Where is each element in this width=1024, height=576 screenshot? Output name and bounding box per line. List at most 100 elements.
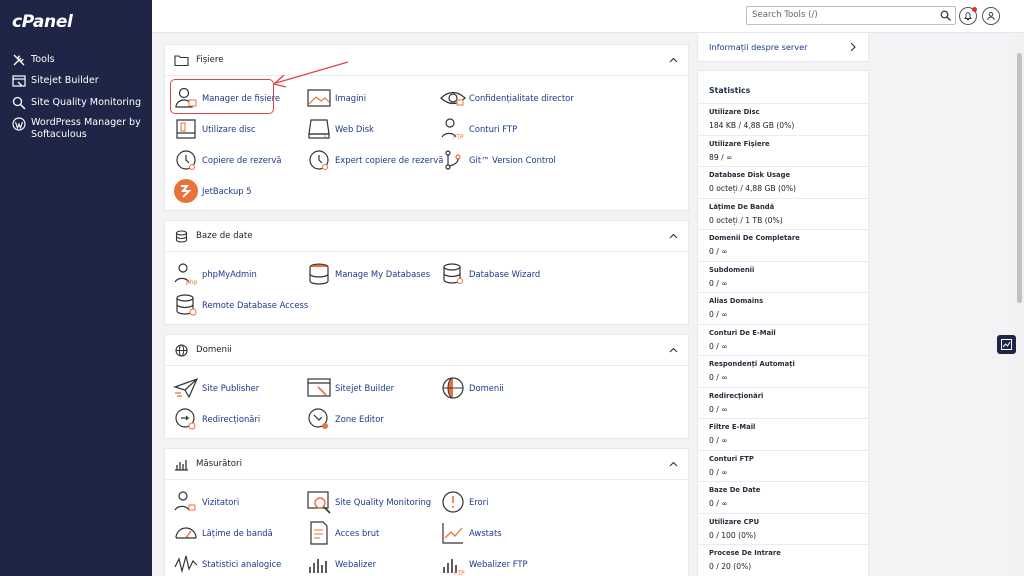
stat-label: Utilizare Disc	[709, 108, 760, 116]
tool-label: Manage My Databases	[335, 269, 431, 279]
tool-label: Site Quality Monitoring	[335, 497, 432, 507]
tool-ftp-accounts[interactable]: FTP Conturi FTP	[440, 115, 517, 143]
phpmyadmin-icon: php	[173, 261, 199, 287]
chevron-up-icon[interactable]	[669, 57, 678, 63]
tool-zone-editor[interactable]: Zone Editor	[306, 405, 384, 433]
tool-database-wizard[interactable]: Database Wizard	[440, 260, 540, 288]
error-icon	[440, 489, 466, 515]
scrollbar[interactable]	[1015, 33, 1024, 576]
section-header[interactable]: Baze de date	[165, 221, 688, 252]
chevron-up-icon[interactable]	[669, 347, 678, 353]
tool-label: Database Wizard	[469, 269, 541, 279]
tool-visitors[interactable]: Vizitatori	[173, 488, 239, 516]
tool-web-disk[interactable]: Web Disk	[306, 115, 374, 143]
database-icon	[175, 230, 188, 243]
stat-value: 0 / ∞	[709, 373, 728, 382]
wordpress-icon	[12, 116, 26, 131]
tool-label: Web Disk	[335, 124, 374, 134]
tool-jetbackup[interactable]: JetBackup 5	[173, 177, 252, 205]
user-menu-button[interactable]	[982, 7, 1000, 25]
sidebar-item-tools[interactable]: Tools	[0, 48, 152, 70]
tool-redirects[interactable]: Redirecționări	[173, 405, 260, 433]
tool-disk-usage[interactable]: Utilizare disc	[173, 115, 256, 143]
tool-label: Domenii	[469, 383, 504, 393]
cpanel-logo[interactable]: cPanel	[12, 12, 73, 32]
magnifier-icon	[306, 489, 332, 515]
stat-label: Subdomenii	[709, 265, 755, 274]
tool-label: phpMyAdmin	[202, 269, 257, 279]
sidebar-item-sitejet[interactable]: Sitejet Builder	[0, 70, 152, 92]
tool-site-publisher[interactable]: Site Publisher	[173, 374, 259, 402]
sidebar-item-label: WordPress Manager by Softaculous	[31, 116, 141, 140]
tool-label: Copiere de rezervă	[202, 155, 282, 165]
tool-label: Acces brut	[335, 528, 380, 538]
tool-manage-databases[interactable]: Manage My Databases	[306, 260, 430, 288]
section-header[interactable]: Domenii	[165, 335, 688, 366]
tool-analog-stats[interactable]: Statistici analogice	[173, 550, 281, 576]
tool-raw-access[interactable]: Acces brut	[306, 519, 379, 547]
section-title: Baze de date	[196, 231, 253, 241]
sidebar-nav: Tools Sitejet Builder Site Quality Monit…	[0, 48, 152, 141]
tool-git[interactable]: Git™ Version Control	[440, 146, 556, 174]
tool-remote-database[interactable]: Remote Database Access	[173, 291, 308, 319]
paper-plane-icon	[173, 375, 199, 401]
tool-awstats[interactable]: Awstats	[440, 519, 502, 547]
stat-row: Baze De Date 0 / ∞	[698, 482, 868, 514]
stat-value: 0 octeți / 4,88 GB (0%)	[709, 184, 796, 193]
tool-webalizer-ftp[interactable]: FTP Webalizer FTP	[440, 550, 528, 576]
tool-label: Imagini	[335, 93, 367, 103]
folder-icon	[174, 55, 189, 67]
chevron-up-icon[interactable]	[669, 233, 678, 239]
stat-row: Respondenți Automați 0 / ∞	[698, 356, 868, 388]
sidebar-item-wordpress[interactable]: WordPress Manager by Softaculous	[0, 113, 152, 141]
tool-site-quality[interactable]: Site Quality Monitoring	[306, 488, 431, 516]
search-input[interactable]: Search Tools (/)	[746, 6, 956, 25]
magnifier-icon	[12, 96, 26, 110]
tool-domains[interactable]: Domenii	[440, 374, 504, 402]
git-icon	[440, 147, 466, 173]
search-icon[interactable]	[940, 10, 951, 21]
tool-label: Webalizer	[335, 559, 377, 569]
stat-value: 89 / ∞	[709, 152, 733, 162]
tool-label: Git™ Version Control	[469, 155, 556, 165]
tool-webalizer[interactable]: Webalizer	[306, 550, 376, 576]
gauge-icon	[173, 520, 199, 546]
stat-label: Redirecționări	[709, 391, 764, 400]
stat-label: Lățime De Bandă	[709, 202, 775, 211]
stats-toggle-button[interactable]	[997, 335, 1016, 354]
tool-backup[interactable]: Copiere de rezervă	[173, 146, 281, 174]
tool-phpmyadmin[interactable]: php phpMyAdmin	[173, 260, 257, 288]
section-header[interactable]: Fișiere	[165, 45, 688, 76]
clock-icon	[173, 147, 199, 173]
stat-row: Lățime De Bandă 0 octeți / 1 TB (0%)	[698, 199, 868, 230]
notifications-button[interactable]	[959, 7, 977, 25]
tool-sitejet-builder[interactable]: Sitejet Builder	[306, 374, 394, 402]
stat-row: Alias Domains 0 / ∞	[698, 293, 868, 325]
zone-editor-icon	[306, 406, 332, 432]
stat-value: 0 / ∞	[709, 404, 728, 414]
sitejet-icon	[12, 74, 26, 88]
stat-value: 0 octeți / 1 TB (0%)	[709, 215, 783, 225]
scrollbar-thumb[interactable]	[1017, 53, 1022, 303]
stat-label: Utilizare Fișiere	[709, 139, 770, 148]
server-info-link[interactable]: Informații despre server	[698, 33, 868, 61]
tool-backup-wizard[interactable]: Expert copiere de rezervă	[306, 146, 443, 174]
chart-icon	[1001, 339, 1012, 350]
stat-value: 0 / ∞	[709, 341, 728, 351]
stat-value: 0 / ∞	[709, 499, 728, 508]
wave-icon	[173, 551, 199, 576]
tool-bandwidth[interactable]: Lățime de bandă	[173, 519, 273, 547]
tool-label: Webalizer FTP	[469, 559, 528, 569]
sidebar-item-site-quality[interactable]: Site Quality Monitoring	[0, 91, 152, 113]
stat-label: Respondenți Automați	[709, 360, 795, 368]
stat-label: Filtre E-Mail	[709, 423, 756, 431]
tool-errors[interactable]: Erori	[440, 488, 488, 516]
server-info-card: Informații despre server	[697, 33, 869, 62]
statistics-title: Statistics	[698, 71, 868, 104]
chevron-up-icon[interactable]	[669, 461, 678, 467]
section-header[interactable]: Măsurători	[165, 449, 688, 480]
stat-row: Utilizare CPU 0 / 100 (0%)	[698, 514, 868, 545]
tool-directory-privacy[interactable]: Confidențialitate director	[440, 84, 574, 112]
stat-label: Conturi FTP	[709, 454, 754, 463]
line-chart-icon	[440, 520, 466, 546]
